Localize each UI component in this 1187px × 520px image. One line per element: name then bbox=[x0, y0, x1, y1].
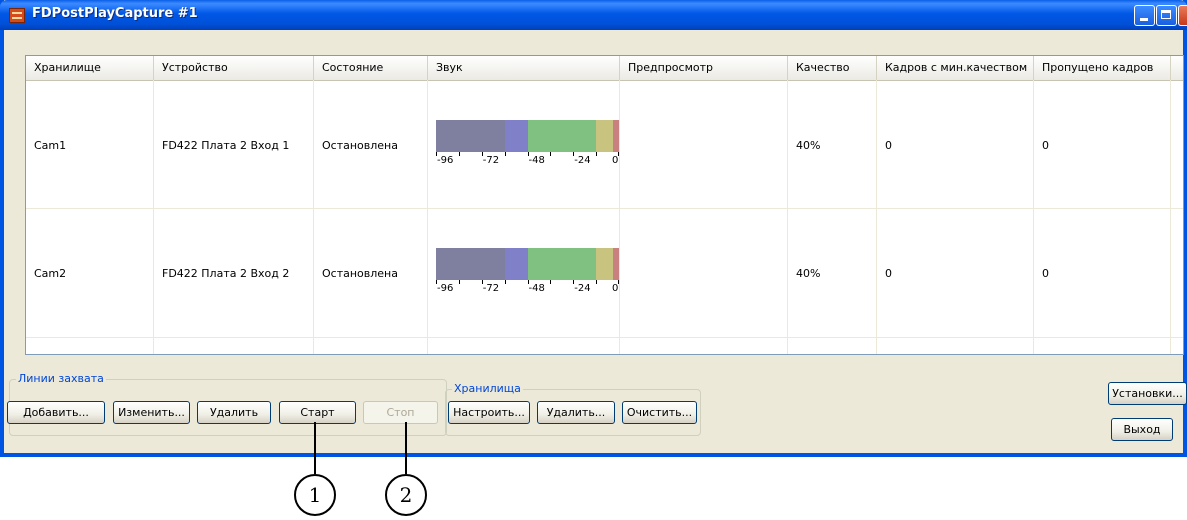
meter-scale-label: -24 bbox=[574, 283, 591, 294]
column-header-dropped-frames[interactable]: Пропущено кадров bbox=[1034, 56, 1171, 80]
column-header-preview[interactable]: Предпросмотр bbox=[620, 56, 788, 80]
meter-segment bbox=[504, 120, 528, 152]
meter-tick bbox=[504, 280, 506, 284]
add-capture-line-button[interactable]: Добавить... bbox=[7, 401, 105, 424]
meter-tick bbox=[458, 280, 460, 284]
column-divider bbox=[153, 80, 154, 354]
meter-tick bbox=[573, 280, 575, 284]
maximize-button[interactable] bbox=[1156, 5, 1177, 26]
edit-capture-line-button[interactable]: Изменить... bbox=[113, 401, 190, 424]
meter-tick bbox=[527, 152, 529, 156]
meter-scale-label: -96 bbox=[437, 283, 454, 294]
meter-scale-label: 0 bbox=[612, 155, 619, 166]
column-divider bbox=[313, 80, 314, 354]
column-divider bbox=[1033, 80, 1034, 354]
capture-lines-group-label: Линии захвата bbox=[16, 372, 106, 385]
remove-capture-line-button[interactable]: Удалить bbox=[197, 401, 271, 424]
dropped-frames-cell: 0 bbox=[1042, 267, 1049, 280]
column-header-sound[interactable]: Звук bbox=[428, 56, 620, 80]
callout-marker: 1 bbox=[294, 474, 336, 516]
stop-button[interactable]: Стоп bbox=[363, 401, 438, 424]
meter-scale-label: -72 bbox=[482, 283, 500, 294]
column-header-min-quality-frames[interactable]: Кадров с мин.качеством bbox=[877, 56, 1034, 80]
meter-segment bbox=[613, 120, 619, 152]
meter-tick bbox=[596, 280, 598, 284]
storage-cell: Cam2 bbox=[34, 267, 67, 280]
main-window: FDPostPlayCapture #1 Хранилище Устройств… bbox=[0, 0, 1187, 457]
row-divider bbox=[26, 337, 1183, 338]
column-divider bbox=[1170, 80, 1171, 354]
window-title: FDPostPlayCapture #1 bbox=[32, 6, 198, 21]
column-header-device[interactable]: Устройство bbox=[154, 56, 314, 80]
meter-segment bbox=[596, 120, 614, 152]
meter-tick bbox=[527, 280, 529, 284]
storage-group-label: Хранилища bbox=[452, 382, 523, 395]
callout-pointer bbox=[314, 422, 316, 474]
meter-tick bbox=[550, 152, 552, 156]
audio-level-bar bbox=[436, 248, 619, 280]
meter-segment bbox=[527, 120, 597, 152]
device-cell: FD422 Плата 2 Вход 2 bbox=[162, 267, 290, 280]
column-header-state[interactable]: Состояние bbox=[314, 56, 428, 80]
capture-lines-table[interactable]: Хранилище Устройство Состояние Звук Пред… bbox=[25, 55, 1184, 355]
meter-scale-label: -48 bbox=[528, 283, 545, 294]
remove-storage-button[interactable]: Удалить... bbox=[537, 401, 615, 424]
device-cell: FD422 Плата 2 Вход 1 bbox=[162, 139, 290, 152]
settings-button[interactable]: Установки... bbox=[1108, 382, 1187, 405]
meter-scale-label: -96 bbox=[437, 155, 454, 166]
meter-segment bbox=[596, 248, 614, 280]
title-bar[interactable]: FDPostPlayCapture #1 bbox=[0, 0, 1187, 30]
start-button[interactable]: Старт bbox=[279, 401, 356, 424]
app-icon bbox=[9, 8, 25, 23]
meter-tick bbox=[481, 280, 483, 284]
table-header: Хранилище Устройство Состояние Звук Пред… bbox=[26, 56, 1183, 81]
clear-storage-button[interactable]: Очистить... bbox=[622, 401, 697, 424]
close-button[interactable] bbox=[1178, 5, 1187, 26]
audio-level-bar bbox=[436, 120, 619, 152]
meter-tick bbox=[504, 152, 506, 156]
meter-scale-label: 0 bbox=[612, 283, 619, 294]
callout-marker: 2 bbox=[385, 474, 427, 516]
column-header-storage[interactable]: Хранилище bbox=[26, 56, 154, 80]
column-divider bbox=[787, 80, 788, 354]
meter-scale-label: -24 bbox=[574, 155, 591, 166]
meter-tick bbox=[458, 152, 460, 156]
row-divider bbox=[26, 208, 1183, 209]
column-divider bbox=[427, 80, 428, 354]
meter-tick bbox=[436, 152, 437, 156]
column-divider bbox=[619, 80, 620, 354]
meter-segment bbox=[527, 248, 597, 280]
meter-tick bbox=[481, 152, 483, 156]
meter-segment bbox=[613, 248, 619, 280]
callout-pointer bbox=[405, 422, 407, 474]
configure-storage-button[interactable]: Настроить... bbox=[448, 401, 530, 424]
meter-tick bbox=[618, 280, 619, 284]
storage-cell: Cam1 bbox=[34, 139, 67, 152]
state-cell: Остановлена bbox=[322, 139, 398, 152]
meter-tick bbox=[618, 152, 619, 156]
meter-scale-label: -72 bbox=[482, 155, 500, 166]
meter-segment bbox=[504, 248, 528, 280]
quality-cell: 40% bbox=[796, 267, 821, 280]
quality-cell: 40% bbox=[796, 139, 821, 152]
meter-segment bbox=[436, 120, 505, 152]
column-divider bbox=[876, 80, 877, 354]
exit-button[interactable]: Выход bbox=[1111, 418, 1173, 441]
meter-tick bbox=[436, 280, 437, 284]
minimize-button[interactable] bbox=[1134, 5, 1155, 26]
meter-tick bbox=[550, 280, 552, 284]
meter-tick bbox=[596, 152, 598, 156]
min-quality-frames-cell: 0 bbox=[885, 139, 892, 152]
dropped-frames-cell: 0 bbox=[1042, 139, 1049, 152]
column-header-quality[interactable]: Качество bbox=[788, 56, 877, 80]
min-quality-frames-cell: 0 bbox=[885, 267, 892, 280]
meter-scale-label: -48 bbox=[528, 155, 545, 166]
meter-segment bbox=[436, 248, 505, 280]
meter-tick bbox=[573, 152, 575, 156]
state-cell: Остановлена bbox=[322, 267, 398, 280]
